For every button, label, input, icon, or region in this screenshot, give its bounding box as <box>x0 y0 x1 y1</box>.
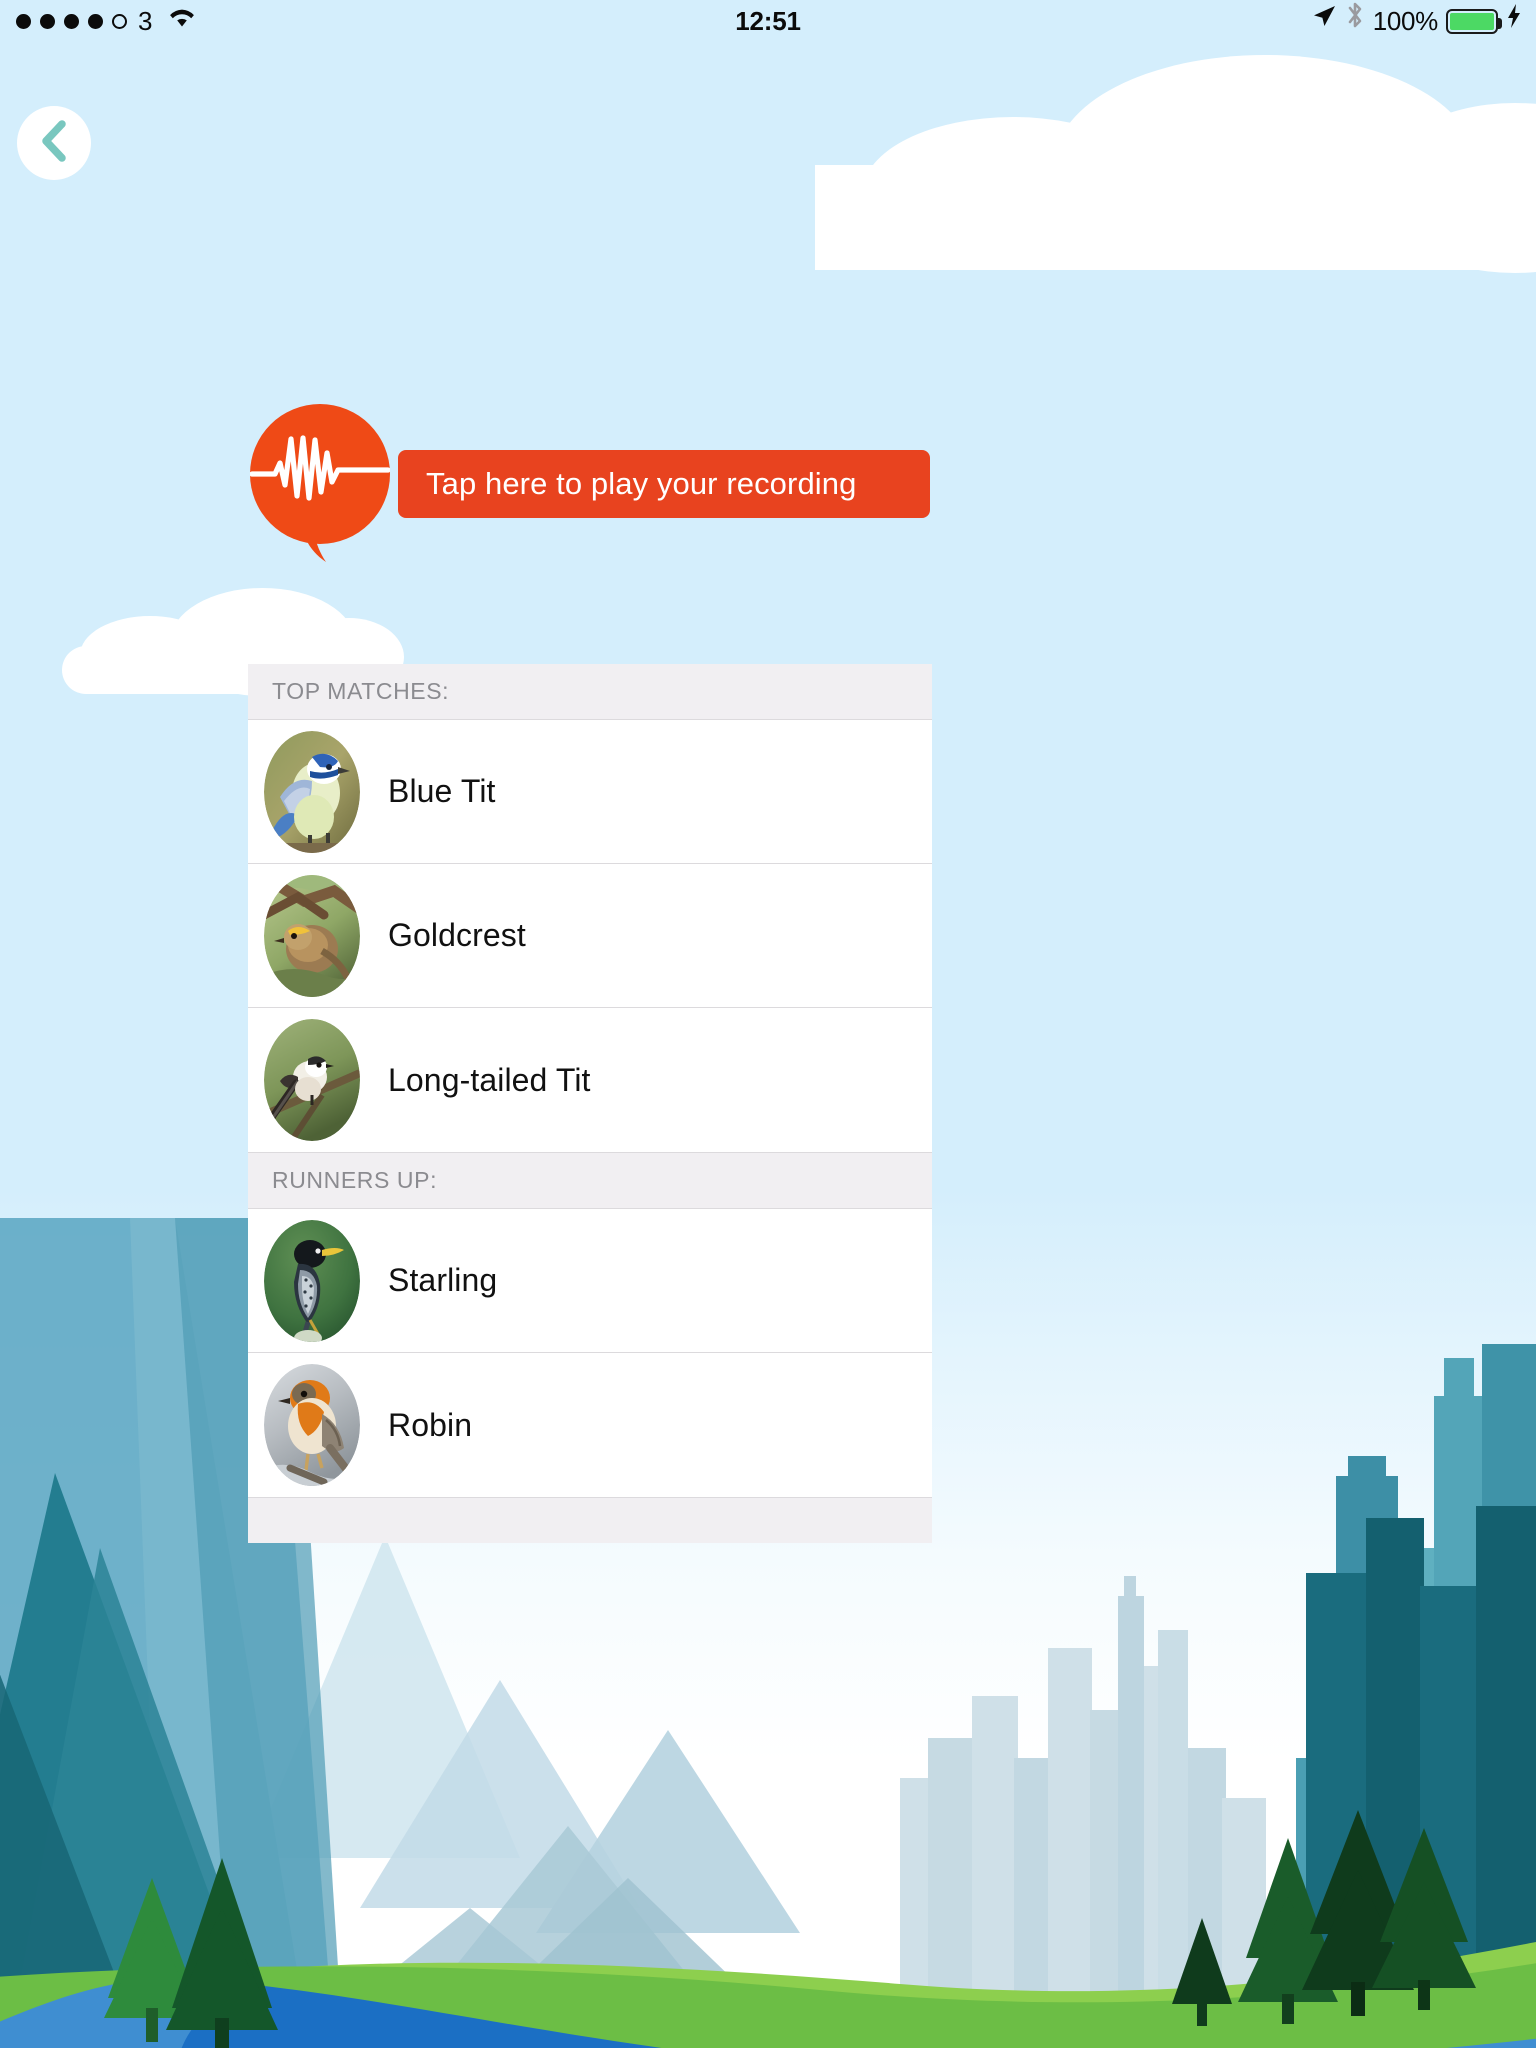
blue-tit-photo <box>264 730 360 853</box>
robin-photo <box>264 1364 360 1486</box>
play-recording-button[interactable]: Tap here to play your recording <box>398 450 930 518</box>
list-item-label: Robin <box>388 1406 473 1443</box>
section-runners-up: RUNNERS UP: Starling Robin <box>248 1152 932 1497</box>
battery-icon <box>1446 8 1502 34</box>
list-item[interactable]: Starling <box>248 1209 932 1353</box>
play-recording-label: Tap here to play your recording <box>426 466 857 501</box>
starling-photo <box>264 1219 360 1342</box>
list-item-label: Starling <box>388 1262 498 1298</box>
section-top-matches: TOP MATCHES: Blue Tit Goldcrest Long-tai… <box>248 664 932 1152</box>
chevron-left-icon <box>35 117 73 170</box>
status-bar-clock: 12:51 <box>735 6 801 36</box>
cloud-top-right <box>815 55 1536 273</box>
bluetooth-icon <box>1345 0 1365 43</box>
list-item[interactable]: Goldcrest <box>248 864 932 1008</box>
location-arrow-icon <box>1311 0 1337 42</box>
recording-bubble-button[interactable] <box>249 404 391 564</box>
waveform-speech-bubble-icon <box>249 404 391 568</box>
play-recording-row: Tap here to play your recording <box>0 404 1536 564</box>
list-item-label: Blue Tit <box>388 773 496 809</box>
back-button[interactable] <box>17 106 91 180</box>
list-item[interactable]: Robin <box>248 1353 932 1497</box>
goldcrest-photo <box>264 874 360 997</box>
status-bar-right: 100% <box>1311 0 1522 42</box>
section-header-runners-up: RUNNERS UP: <box>248 1153 932 1209</box>
list-item[interactable]: Long-tailed Tit <box>248 1008 932 1152</box>
battery-percent-label: 100% <box>1372 6 1439 36</box>
long-tailed-tit-photo <box>264 1019 360 1141</box>
list-item-label: Long-tailed Tit <box>388 1061 591 1098</box>
list-item[interactable]: Blue Tit <box>248 720 932 864</box>
lightning-bolt-icon <box>1506 0 1522 42</box>
list-item-label: Goldcrest <box>388 917 526 953</box>
section-header-top-matches: TOP MATCHES: <box>248 664 932 720</box>
list-footer <box>248 1497 932 1543</box>
results-list: TOP MATCHES: Blue Tit Goldcrest Long-tai… <box>248 664 932 1543</box>
status-bar: 3 12:51 100% <box>0 0 1536 42</box>
